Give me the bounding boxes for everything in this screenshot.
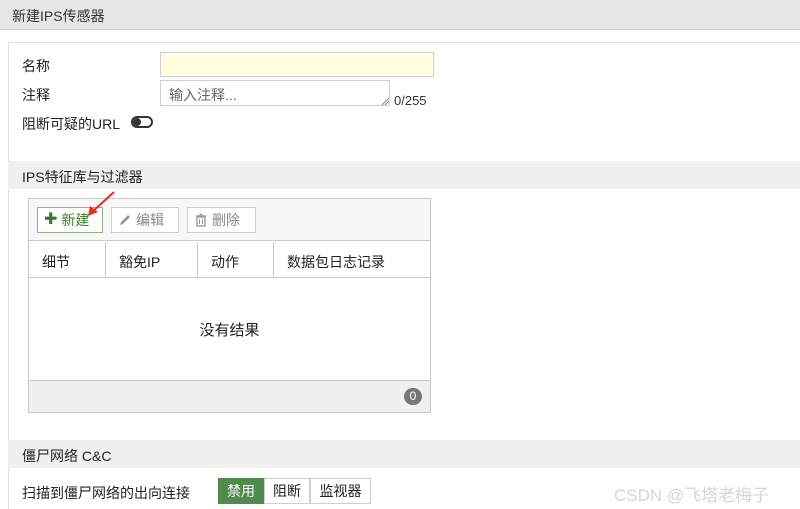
comment-counter: 0/255 [394,93,427,108]
delete-button-label: 删除 [212,212,240,228]
edit-button-label: 编辑 [136,212,164,228]
watermark: CSDN @飞塔老梅子 [614,486,770,505]
column-header-action[interactable]: 动作 [198,242,274,278]
plus-icon: ✚ [44,211,58,228]
empty-results-text: 没有结果 [199,322,260,339]
trash-icon [196,213,206,227]
name-input[interactable] [160,52,434,77]
page-header: 新建IPS传感器 [0,0,800,30]
block-url-toggle[interactable] [131,116,153,128]
name-label: 名称 [22,58,50,74]
option-block-button[interactable]: 阻断 [264,478,310,504]
botnet-section-header: 僵尸网络 C&C [8,440,800,468]
option-disable-button[interactable]: 禁用 [218,478,264,504]
delete-button[interactable]: 删除 [187,207,256,233]
ips-table: ✚ 新建 编辑 删除 细节 豁免IP 动作 数据包日志记录 没有结果 0 [28,198,431,413]
edit-button[interactable]: 编辑 [111,207,179,233]
column-header-details[interactable]: 细节 [29,242,106,278]
result-count-badge: 0 [404,388,422,405]
comment-textarea[interactable] [160,80,390,106]
column-header-exempt-ip[interactable]: 豁免IP [106,242,198,278]
table-body: 没有结果 [29,279,430,379]
table-header: 细节 豁免IP 动作 数据包日志记录 [29,242,430,278]
scan-outbound-label: 扫描到僵尸网络的出向连接 [22,485,190,501]
ips-section-title: IPS特征库与过滤器 [22,169,143,185]
block-url-label: 阻断可疑的URL [22,116,121,132]
table-footer: 0 [29,380,430,412]
column-header-packet-logging[interactable]: 数据包日志记录 [274,242,430,278]
botnet-section-title: 僵尸网络 C&C [22,448,112,464]
ips-section-header: IPS特征库与过滤器 [8,161,800,189]
option-monitor-button[interactable]: 监视器 [310,478,371,504]
comment-label: 注释 [22,87,50,103]
pencil-icon [120,215,130,225]
resize-grip-icon[interactable] [381,97,389,105]
annotation-arrow-icon [88,191,115,216]
page-title: 新建IPS传感器 [12,8,105,24]
